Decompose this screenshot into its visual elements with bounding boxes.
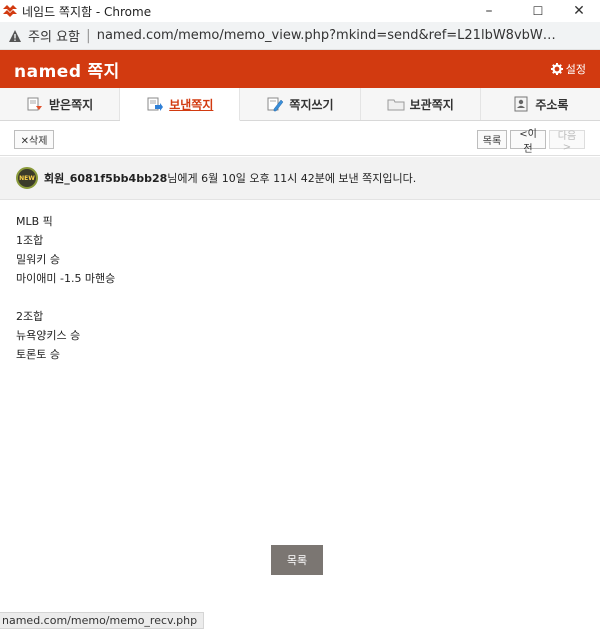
- tab-archive[interactable]: 보관쪽지: [361, 88, 481, 120]
- url-text[interactable]: named.com/memo/memo_view.php?mkind=send&…: [97, 28, 557, 43]
- tab-inbox[interactable]: 받은쪽지: [0, 88, 121, 120]
- message-line: MLB 픽: [16, 215, 53, 228]
- new-badge-icon: NEW: [16, 167, 38, 189]
- message-line: 밀워키 승: [16, 253, 60, 266]
- message-line: 뉴욕양키스 승: [16, 329, 81, 342]
- list-button-top[interactable]: 목록: [477, 130, 507, 149]
- gear-icon: [550, 63, 563, 75]
- message-line: 2조합: [16, 310, 44, 323]
- delete-button[interactable]: ✕삭제: [14, 130, 54, 149]
- next-button: 다음>: [549, 130, 585, 153]
- settings-label: 설정: [565, 63, 586, 76]
- list-button-bottom[interactable]: 목록: [271, 545, 323, 575]
- sent-icon: [147, 97, 164, 111]
- prev-button[interactable]: <이전: [510, 129, 546, 155]
- status-bar-url: named.com/memo/memo_recv.php: [0, 612, 205, 629]
- sent-info-text: 님에게 6월 10일 오후 11시 42분에 보낸 쪽지입니다.: [167, 172, 417, 185]
- minimize-button[interactable]: –: [466, 0, 512, 22]
- message-toolbar: ✕삭제 목록 <이전 다음>: [0, 122, 600, 156]
- message-line: 마이애미 -1.5 마핸승: [16, 272, 116, 285]
- security-warning-text[interactable]: 주의 요함: [28, 26, 80, 45]
- memo-tabs: 받은쪽지 보낸쪽지 쪽지쓰기 보관쪽지 주소록: [0, 88, 600, 121]
- tab-compose-label: 쪽지쓰기: [289, 97, 334, 112]
- tab-archive-label: 보관쪽지: [409, 97, 454, 112]
- brand-logo[interactable]: named 쪽지: [14, 57, 120, 82]
- addressbook-icon: [514, 96, 528, 112]
- compose-icon: [267, 97, 284, 112]
- window-titlebar: 네임드 쪽지함 - Chrome – ☐ ✕: [0, 0, 600, 22]
- named-logo-icon: [3, 5, 17, 17]
- message-body: MLB 픽 1조합 밀워키 승 마이애미 -1.5 마핸승 2조합 뉴욕양키스 …: [16, 212, 576, 364]
- maximize-button[interactable]: ☐: [515, 0, 561, 22]
- app-header: named 쪽지 설정: [0, 50, 600, 88]
- warning-icon[interactable]: [8, 29, 22, 43]
- tab-inbox-label: 받은쪽지: [49, 97, 94, 112]
- message-line: 1조합: [16, 234, 44, 247]
- section-title: 쪽지: [87, 61, 120, 82]
- tab-addressbook[interactable]: 주소록: [481, 88, 600, 120]
- address-bar: 주의 요함 | named.com/memo/memo_view.php?mki…: [0, 22, 600, 50]
- message-line: 토론토 승: [16, 348, 60, 361]
- tab-compose[interactable]: 쪽지쓰기: [240, 88, 361, 120]
- tab-sent-label: 보낸쪽지: [169, 97, 214, 112]
- inbox-icon: [27, 97, 43, 111]
- message-info-bar: NEW 회원_6081f5bb4bb28 님에게 6월 10일 오후 11시 4…: [0, 157, 600, 200]
- window-title: 네임드 쪽지함 - Chrome: [22, 4, 152, 19]
- recipient-name[interactable]: 회원_6081f5bb4bb28: [44, 170, 167, 186]
- brand-name: named: [14, 61, 82, 82]
- address-separator: |: [85, 27, 91, 44]
- folder-icon: [387, 99, 405, 111]
- close-button[interactable]: ✕: [556, 0, 600, 22]
- tab-sent[interactable]: 보낸쪽지: [120, 88, 241, 121]
- settings-button[interactable]: 설정: [550, 50, 586, 88]
- message-line: [16, 288, 576, 307]
- tab-addressbook-label: 주소록: [535, 97, 569, 112]
